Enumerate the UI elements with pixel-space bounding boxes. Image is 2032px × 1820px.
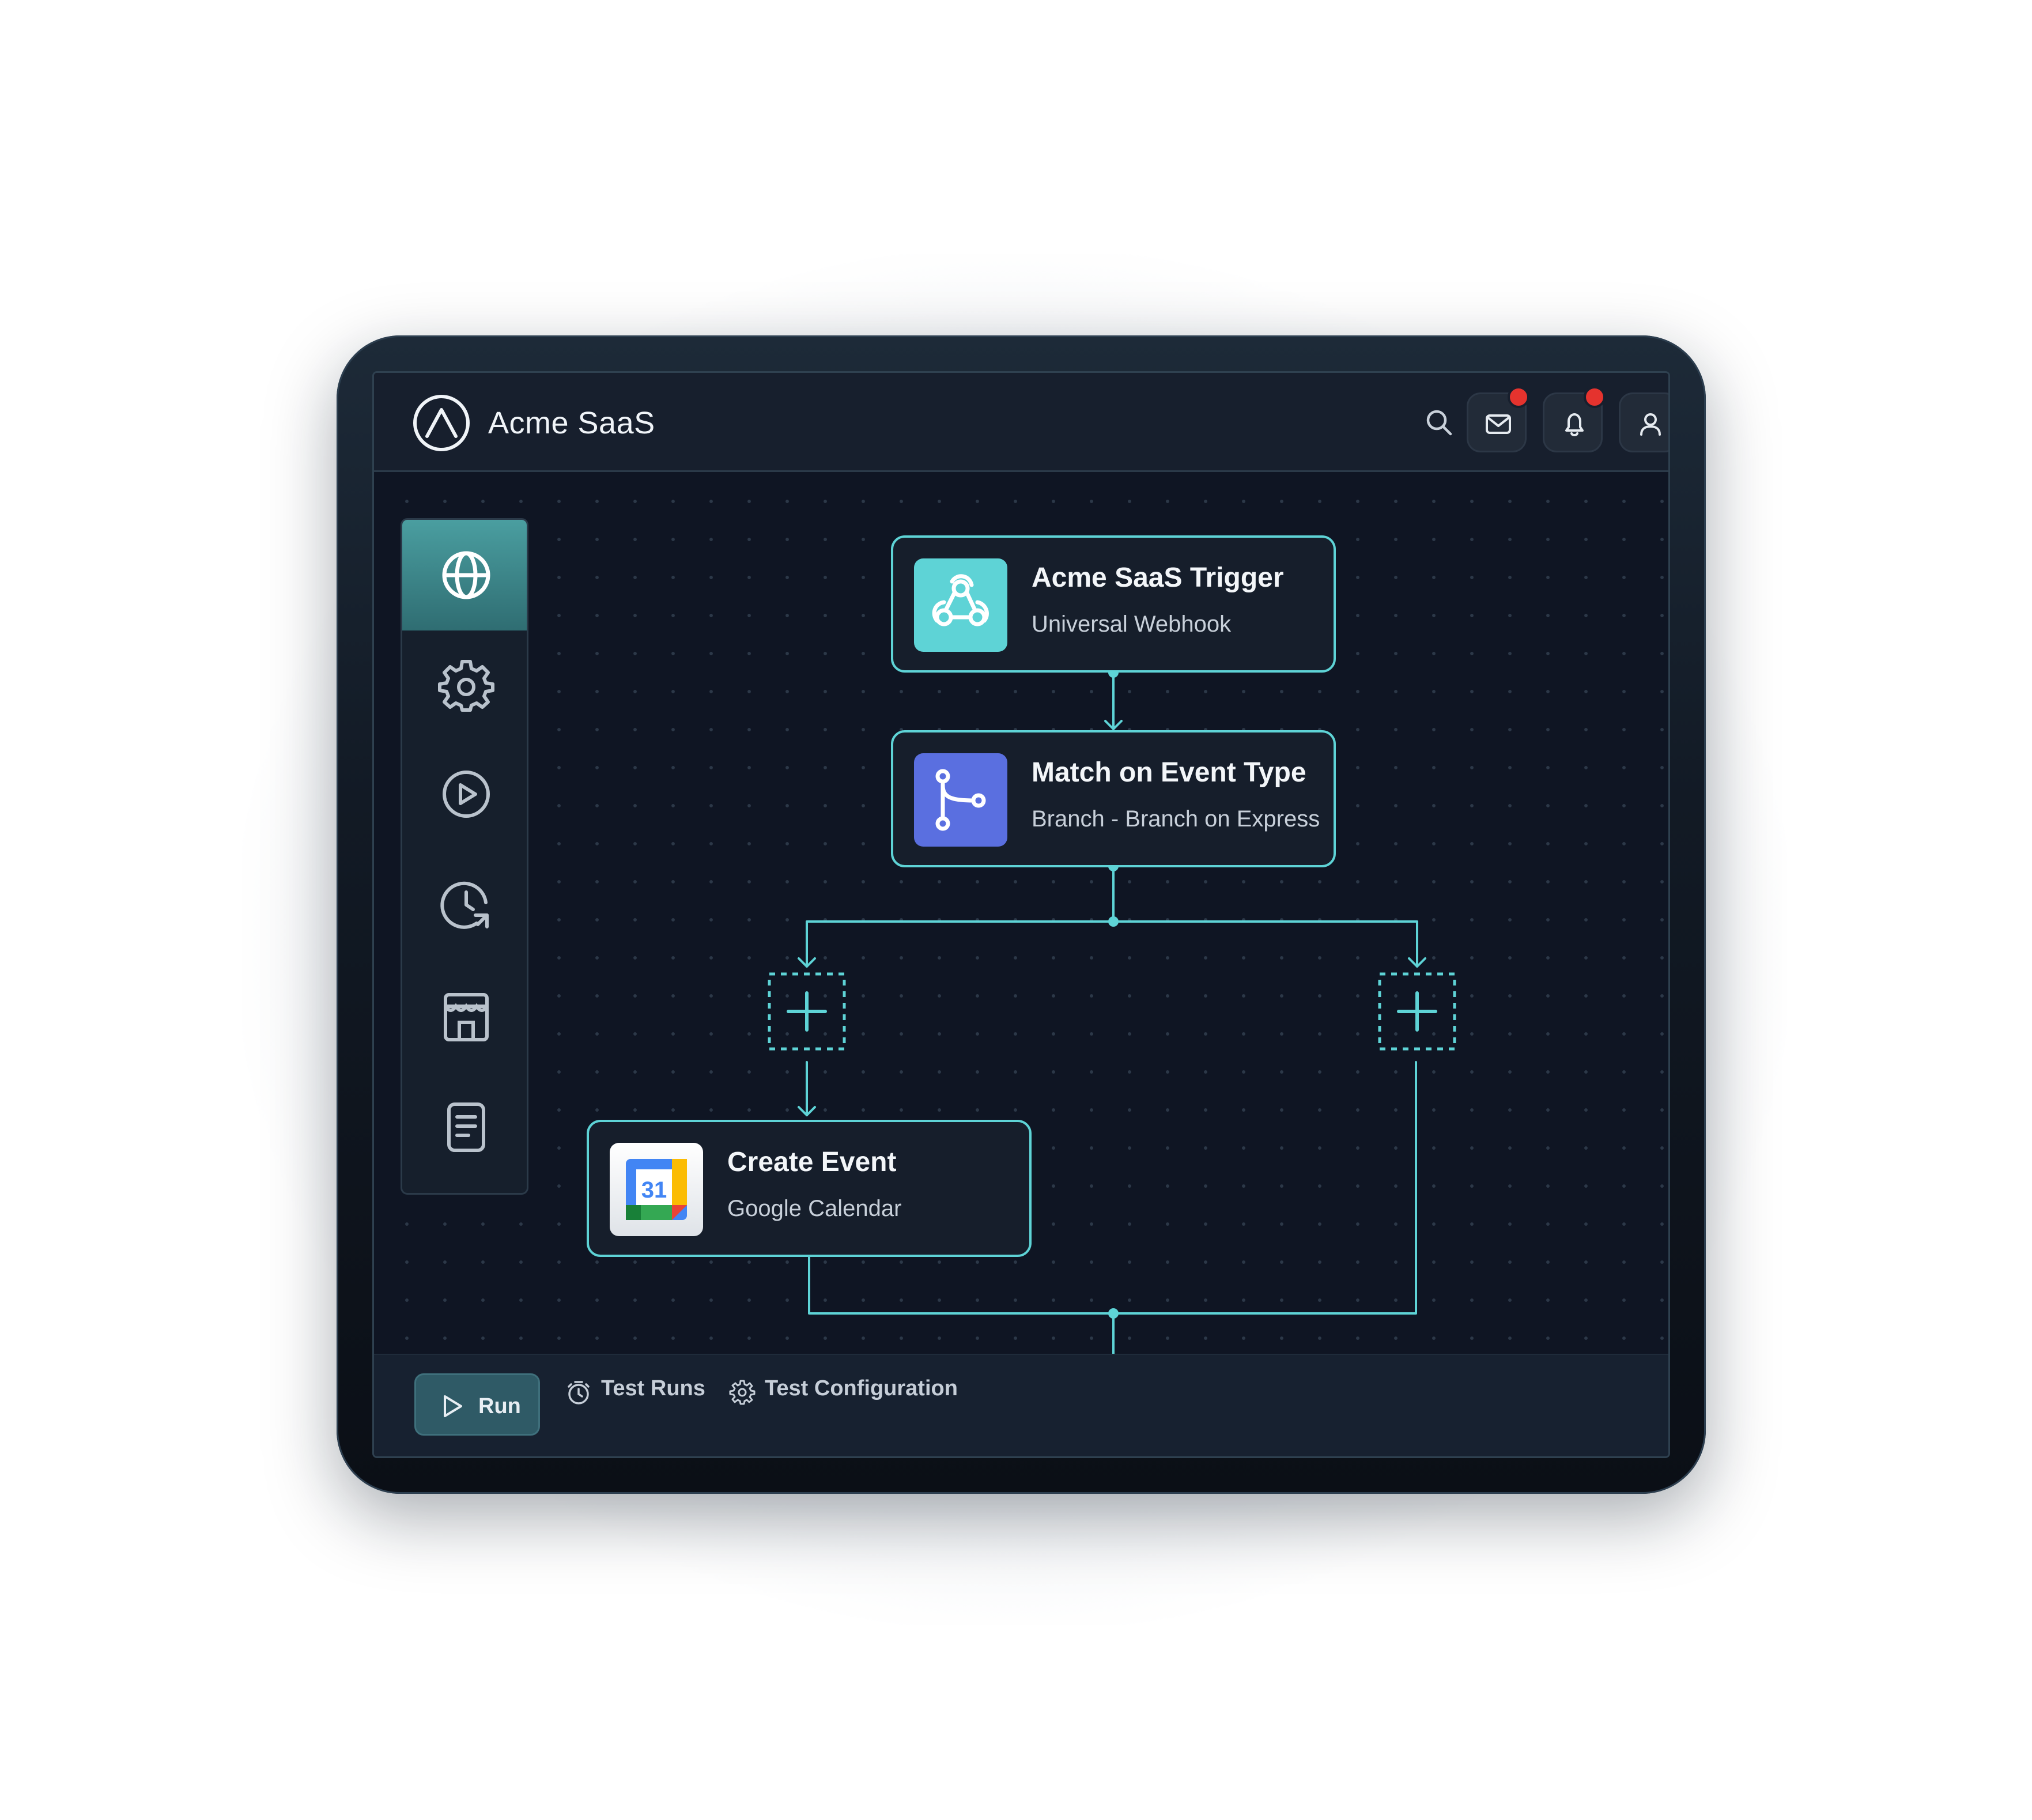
sidebar-item-globe[interactable]: [402, 520, 527, 630]
node-title: Create Event: [727, 1147, 897, 1177]
play-icon: [444, 1395, 462, 1417]
document-icon: [447, 1102, 485, 1152]
sidebar-item-docs[interactable]: [402, 1073, 527, 1184]
play-circle-icon: [443, 771, 490, 818]
search-icon: [1426, 410, 1452, 436]
workflow-node-trigger[interactable]: Acme SaaS Trigger Universal Webhook: [891, 535, 1336, 673]
stopwatch-icon: [568, 1381, 590, 1404]
app-title: Acme SaaS: [488, 406, 655, 440]
bell-icon: [1565, 413, 1584, 436]
svg-text:31: 31: [641, 1177, 667, 1203]
node-subtitle: Google Calendar: [727, 1196, 902, 1221]
plus-icon: [768, 972, 846, 1051]
bell-notification-badge: [1584, 386, 1606, 408]
sidebar-item-runs[interactable]: [402, 741, 527, 852]
workflow-node-branch[interactable]: Match on Event Type Branch - Branch on E…: [891, 730, 1336, 867]
test-configuration-label: Test Configuration: [765, 1376, 958, 1400]
node-subtitle: Branch - Branch on Express: [1032, 806, 1320, 832]
sidebar: [401, 518, 528, 1195]
add-step-left-button[interactable]: [768, 972, 846, 1051]
bottom-toolbar: Run Test Runs Test Configuration: [374, 1354, 1668, 1456]
workflow-node-create-event[interactable]: 31 Create Event Google Calendar: [587, 1120, 1032, 1257]
history-icon: [440, 881, 489, 929]
app-window: Acme SaaS Acme SaaS Trigger Universal We…: [372, 371, 1670, 1458]
mail-button[interactable]: [1467, 386, 1529, 452]
acme-logo-icon: [413, 395, 470, 451]
globe-icon: [442, 551, 490, 599]
sidebar-item-history[interactable]: [402, 852, 527, 962]
device-frame: Acme SaaS Acme SaaS Trigger Universal We…: [337, 335, 1706, 1494]
add-step-right-button[interactable]: [1378, 972, 1456, 1051]
mail-notification-badge: [1508, 386, 1529, 408]
node-title: Match on Event Type: [1032, 757, 1306, 788]
plus-icon: [1378, 972, 1456, 1051]
top-bar: Acme SaaS: [374, 373, 1668, 472]
webhook-icon: [914, 558, 1007, 652]
gear-icon: [438, 660, 494, 712]
run-label: Run: [478, 1394, 521, 1418]
test-runs-label: Test Runs: [601, 1376, 705, 1400]
user-icon: [1640, 413, 1661, 436]
sidebar-item-settings[interactable]: [402, 630, 527, 741]
store-icon: [444, 993, 489, 1041]
gear-icon: [729, 1380, 756, 1405]
google-calendar-icon: 31: [610, 1143, 703, 1236]
search-button[interactable]: [1409, 392, 1469, 452]
profile-button[interactable]: [1619, 392, 1668, 452]
node-title: Acme SaaS Trigger: [1032, 562, 1284, 593]
sidebar-item-store[interactable]: [402, 962, 527, 1073]
notifications-button[interactable]: [1543, 386, 1606, 452]
run-button[interactable]: Run: [414, 1373, 540, 1436]
branch-icon: [914, 753, 1007, 847]
mail-icon: [1486, 414, 1511, 434]
node-subtitle: Universal Webhook: [1032, 611, 1232, 637]
